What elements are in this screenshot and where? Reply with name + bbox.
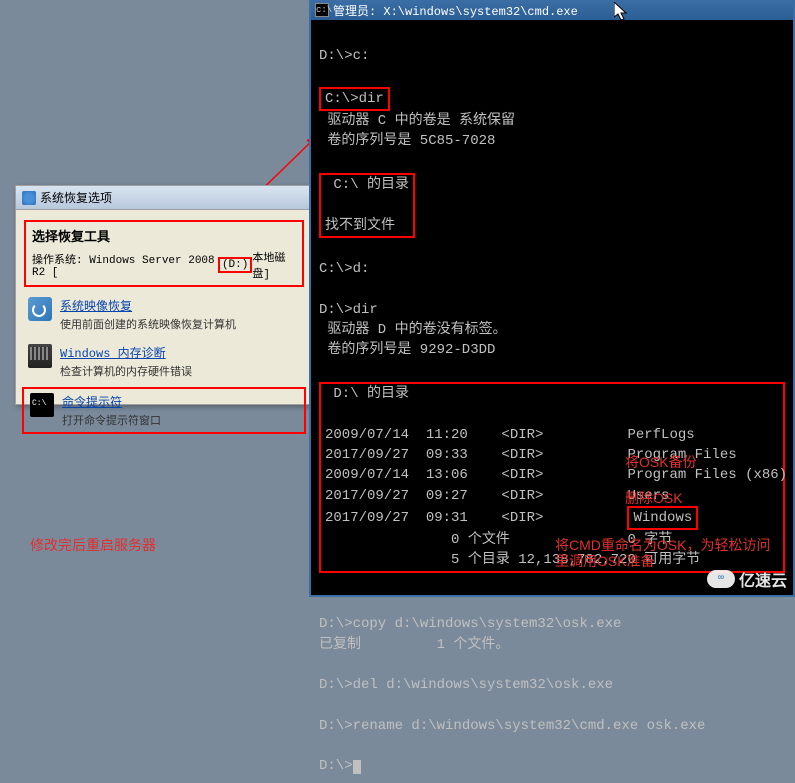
recovery-item-image-restore[interactable]: 系统映像恢复 使用前面创建的系统映像恢复计算机 [16,291,312,338]
cmd-line: 卷的序列号是 5C85-7028 [319,133,495,149]
highlight-dir-c: C:\>dir [319,87,390,111]
highlight-c-dir-block: C:\ 的目录 找不到文件 [319,173,415,238]
dir-row-prefix: 2017/09/27 09:31 <DIR> [325,510,627,526]
cmd-prompt-desc: 打开命令提示符窗口 [62,412,161,428]
cmd-icon [30,393,54,417]
restore-icon [28,297,52,321]
dir-row: 2017/09/27 09:33 <DIR> Program Files [325,447,737,463]
dir-row: 2009/07/14 13:06 <DIR> Program Files (x8… [325,467,787,483]
cmd-line: C:\ 的目录 [325,177,409,193]
recovery-heading-box: 选择恢复工具 操作系统: Windows Server 2008 R2 [ (D… [24,220,304,287]
cmd-line: 驱动器 C 中的卷是 系统保留 [319,113,515,129]
cmd-title-text: 管理员: X:\windows\system32\cmd.exe [333,2,578,19]
memory-diag-desc: 检查计算机的内存硬件错误 [60,363,192,379]
memory-diag-link[interactable]: Windows 内存诊断 [60,344,192,361]
recovery-heading: 选择恢复工具 [32,226,296,245]
watermark-text: 亿速云 [739,567,787,591]
highlight-d-dir-listing: D:\ 的目录 2009/07/14 11:20 <DIR> PerfLogs … [319,382,785,573]
cmd-line: D:\>del d:\windows\system32\osk.exe [319,677,613,693]
cmd-prompt: D:\> [319,758,361,774]
recovery-item-cmd-prompt[interactable]: 命令提示符 打开命令提示符窗口 [22,387,306,434]
dir-row: 2017/09/27 09:27 <DIR> Users [325,488,669,504]
recovery-titlebar[interactable]: 系统恢复选项 [16,186,312,210]
system-recovery-dialog: 系统恢复选项 选择恢复工具 操作系统: Windows Server 2008 … [15,185,313,405]
cmd-line: D:\>c: [319,48,369,64]
cmd-line: 找不到文件 [325,218,395,234]
os-suffix: 本地磁盘] [252,249,296,281]
dir-row: 2009/07/14 11:20 <DIR> PerfLogs [325,427,695,443]
cmd-line: C:\>d: [319,261,369,277]
image-restore-desc: 使用前面创建的系统映像恢复计算机 [60,316,236,332]
highlight-windows-folder: Windows [627,506,698,530]
memory-chip-icon [28,344,52,368]
terminal-icon: c:\ [315,3,329,17]
prompt-text: D:\> [319,758,353,774]
cmd-window: c:\ 管理员: X:\windows\system32\cmd.exe D:\… [309,0,795,597]
cmd-line: D:\>rename d:\windows\system32\cmd.exe o… [319,718,705,734]
os-drive-highlight: (D:) [218,257,252,273]
cmd-prompt-link[interactable]: 命令提示符 [62,393,161,410]
annotation-reboot: 修改完后重启服务器 [30,535,156,555]
cmd-line: 已复制 1 个文件。 [319,637,509,653]
recovery-title-text: 系统恢复选项 [40,189,112,206]
cmd-line: D:\>copy d:\windows\system32\osk.exe [319,616,621,632]
cmd-line: 卷的序列号是 9292-D3DD [319,342,495,358]
text-cursor [353,760,361,774]
image-restore-link[interactable]: 系统映像恢复 [60,297,236,314]
cmd-line: C:\>dir [325,91,384,107]
dir-summary: 5 个目录 12,138,782,720 可用字节 [325,552,700,568]
recovery-os-line: 操作系统: Windows Server 2008 R2 [ (D:) 本地磁盘… [32,249,296,281]
cmd-line: D:\>dir [319,302,378,318]
cmd-output[interactable]: D:\>c: C:\>dir 驱动器 C 中的卷是 系统保留 卷的序列号是 5C… [311,20,793,783]
cmd-line: D:\ 的目录 [325,386,409,402]
cmd-line: 驱动器 D 中的卷没有标签。 [319,322,507,338]
cloud-icon: ∞ [707,570,735,588]
watermark: ∞ 亿速云 [707,567,787,591]
cmd-titlebar[interactable]: c:\ 管理员: X:\windows\system32\cmd.exe [311,0,793,20]
dir-row: 2017/09/27 09:31 <DIR> Windows [325,510,698,526]
dir-summary: 0 个文件 0 字节 [325,532,672,548]
shield-icon [22,191,36,205]
os-prefix: 操作系统: Windows Server 2008 R2 [ [32,251,218,279]
recovery-item-memory-diag[interactable]: Windows 内存诊断 检查计算机的内存硬件错误 [16,338,312,385]
